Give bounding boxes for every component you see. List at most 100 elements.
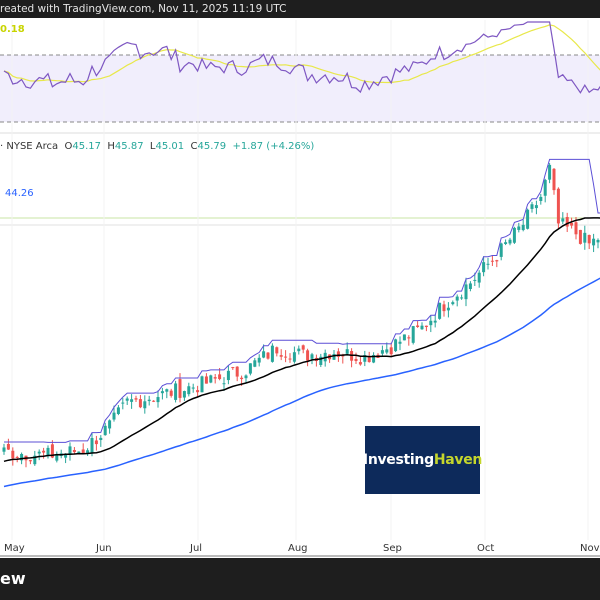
candle-body <box>222 383 226 385</box>
candle-body <box>345 349 349 354</box>
candle-body <box>46 447 50 456</box>
candle-body <box>11 450 15 459</box>
candle-body <box>407 337 411 339</box>
change-value: +1.87 (+4.26%) <box>232 141 315 152</box>
candle-body <box>99 437 103 441</box>
candle-body <box>534 205 538 209</box>
candle-body <box>473 279 477 281</box>
candle-body <box>297 348 301 352</box>
candle-body <box>578 229 582 244</box>
candle-body <box>279 355 283 357</box>
month-aug: Aug <box>288 543 308 554</box>
candle-body <box>556 188 560 224</box>
candle-body <box>187 386 191 395</box>
candle-body <box>156 397 160 403</box>
watermark-part2: Haven <box>433 452 483 468</box>
candle-body <box>464 284 468 300</box>
candle-body <box>147 399 151 402</box>
close-value: 45.79 <box>197 141 227 152</box>
candle-body <box>275 347 279 354</box>
candle-body <box>596 239 600 243</box>
symbol-legend: · NYSE Arca O45.17 H45.87 L45.01 C45.79 … <box>0 141 314 152</box>
candle-body <box>191 387 195 389</box>
candle-body <box>182 391 186 398</box>
candle-body <box>235 366 239 377</box>
upper-band-line <box>4 158 600 443</box>
candle-body <box>28 460 32 462</box>
candle-body <box>504 242 508 244</box>
candle-body <box>570 222 574 226</box>
candle-body <box>543 179 547 196</box>
candle-body <box>112 412 116 420</box>
candle-body <box>138 399 142 408</box>
watermark-part1: Investing <box>362 452 434 468</box>
candle-body <box>121 402 125 404</box>
month-sep: Sep <box>383 543 402 554</box>
sma-slow-line <box>3 277 600 488</box>
candle-body <box>213 377 217 379</box>
footer-bar: ew <box>0 558 600 600</box>
month-nov: Nov <box>580 543 600 554</box>
candle-body <box>521 224 525 231</box>
candle-body <box>200 376 204 393</box>
candle-body <box>411 326 415 343</box>
candle-body <box>354 358 358 362</box>
candle-body <box>587 234 591 244</box>
candle-body <box>143 401 147 409</box>
candle-body <box>490 260 494 262</box>
candle-body <box>301 345 305 350</box>
candle-body <box>512 227 516 243</box>
candle-body <box>226 370 230 381</box>
candle-body <box>108 420 112 429</box>
candle-body <box>55 454 59 461</box>
candle-body <box>385 349 389 353</box>
candle-body <box>574 222 578 235</box>
candle-body <box>416 325 420 327</box>
candle-body <box>548 164 552 180</box>
high-label: H <box>107 141 115 152</box>
candle-body <box>486 263 490 265</box>
candle-body <box>429 320 433 326</box>
candle-body <box>394 339 398 352</box>
candle-body <box>495 260 499 262</box>
candle-body <box>499 243 503 257</box>
candle-body <box>165 389 169 392</box>
candle-body <box>455 296 459 301</box>
candle-body <box>526 209 530 229</box>
candle-body <box>244 375 248 379</box>
exchange-label: · NYSE Arca <box>0 141 59 152</box>
candle-body <box>218 374 222 380</box>
candle-body <box>130 399 134 402</box>
candle-body <box>468 283 472 289</box>
candle-body <box>240 377 244 380</box>
candle-body <box>116 407 120 414</box>
candle-body <box>288 358 292 360</box>
candle-body <box>451 302 455 305</box>
candle-body <box>438 302 442 319</box>
rsi-value: 0.18 <box>0 24 25 35</box>
candle-body <box>248 363 252 374</box>
candle-body <box>332 353 336 360</box>
candle-body <box>77 451 81 454</box>
candle-body <box>160 391 164 394</box>
candle-body <box>402 334 406 341</box>
candle-body <box>482 262 486 273</box>
candle-body <box>565 217 569 227</box>
candle-body <box>270 345 274 362</box>
open-value: 45.17 <box>72 141 102 152</box>
candle-body <box>257 357 261 363</box>
candle-body <box>125 398 129 401</box>
time-axis[interactable]: May Jun Jul Aug Sep Oct Nov <box>0 540 600 557</box>
candle-body <box>231 367 235 369</box>
month-jul: Jul <box>190 543 203 554</box>
candle-body <box>94 440 98 445</box>
candle-body <box>196 390 200 393</box>
candle-body <box>530 204 534 209</box>
candle-body <box>68 446 72 455</box>
candle-body <box>460 297 464 299</box>
low-value: 45.01 <box>155 141 185 152</box>
chart-canvas[interactable] <box>0 0 600 540</box>
candle-body <box>424 325 428 328</box>
candle-body <box>380 350 384 354</box>
candle-body <box>72 449 76 453</box>
